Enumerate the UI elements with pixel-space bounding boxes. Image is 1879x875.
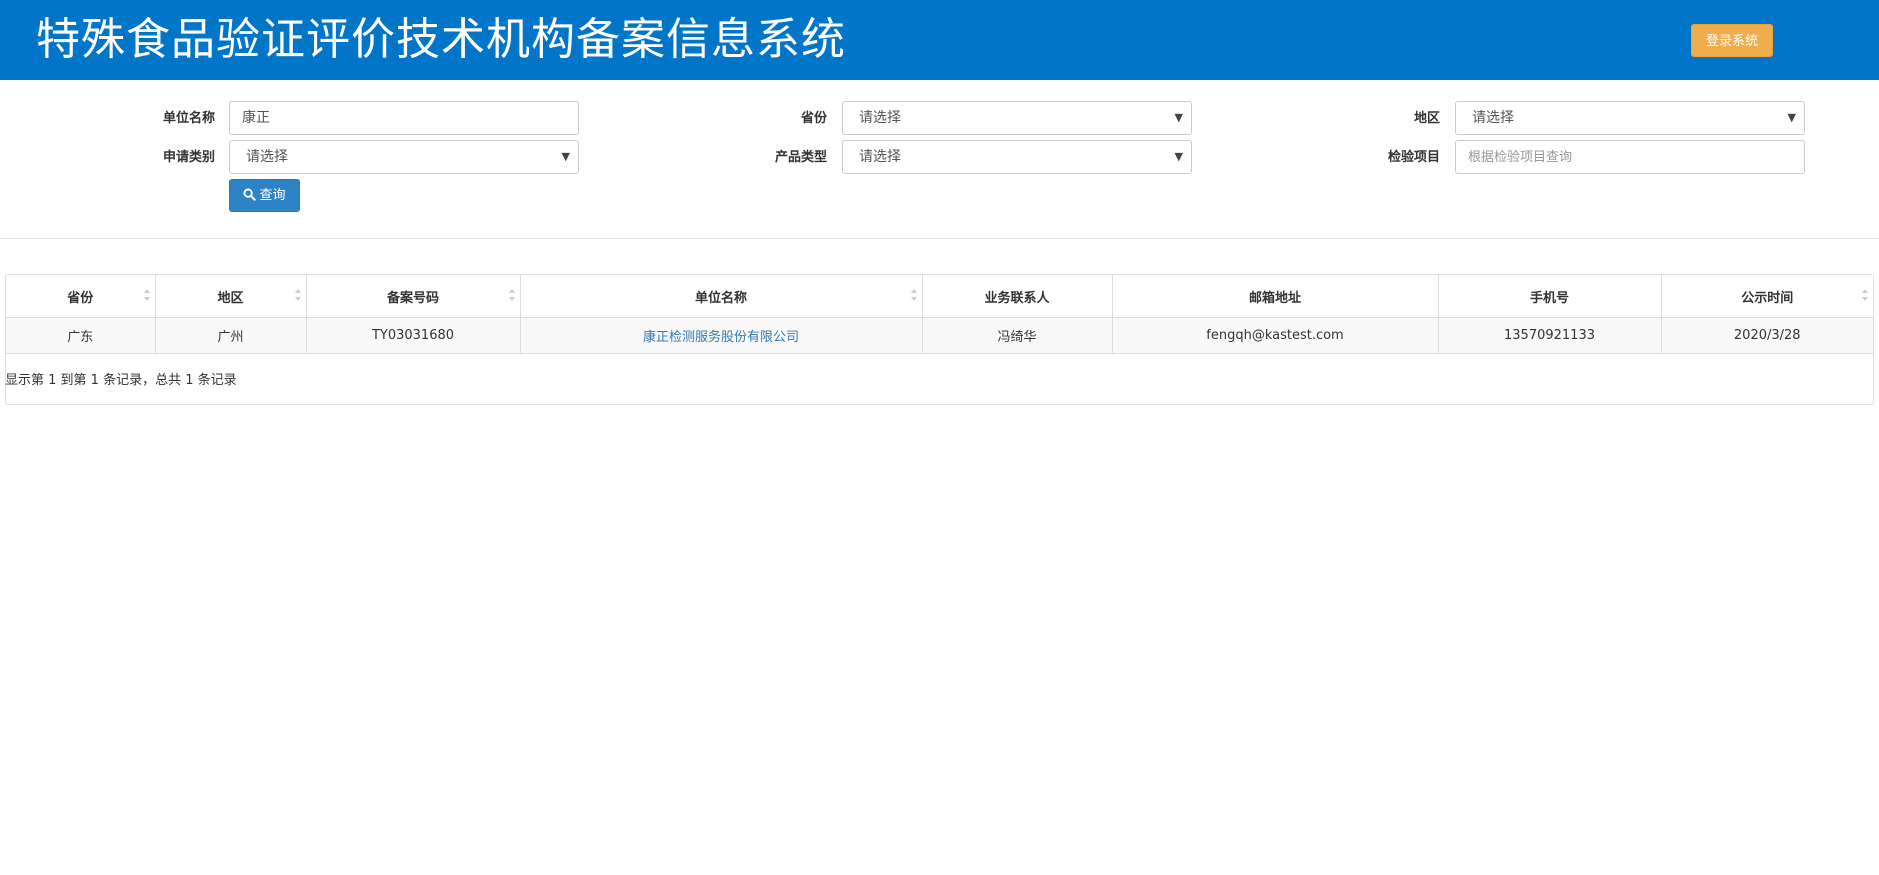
login-button[interactable]: 登录系统 (1691, 24, 1773, 57)
cell-phone: 13570921133 (1437, 317, 1662, 354)
product-type-selected: 请选择 (859, 149, 901, 165)
caret-down-icon: ▼ (561, 150, 570, 163)
cell-publish-date: 2020/3/28 (1660, 317, 1873, 354)
results-table-container: 省份 地区 备案号码 单位名称 业务联系人 邮箱地址 手机号 公示时间 广东 广… (5, 274, 1874, 405)
apply-type-label: 申请类别 (162, 150, 215, 165)
results-table: 省份 地区 备案号码 单位名称 业务联系人 邮箱地址 手机号 公示时间 广东 广… (6, 275, 1873, 354)
col-header-phone: 手机号 (1437, 275, 1662, 318)
sort-icon (910, 289, 917, 301)
test-item-text[interactable] (1468, 142, 1792, 172)
cell-province: 广东 (6, 317, 156, 354)
cell-contact: 冯绮华 (921, 317, 1113, 354)
table-header-row: 省份 地区 备案号码 单位名称 业务联系人 邮箱地址 手机号 公示时间 (6, 275, 1873, 318)
col-header-region[interactable]: 地区 (154, 275, 307, 318)
table-row: 广东 广州 TY03031680 康正检测服务股份有限公司 冯绮华 fengqh… (6, 317, 1873, 354)
caret-down-icon: ▼ (1787, 111, 1796, 124)
app-header: 特殊食品验证评价技术机构备案信息系统 登录系统 (0, 0, 1879, 80)
caret-down-icon: ▼ (1174, 150, 1183, 163)
region-label: 地区 (1413, 111, 1440, 126)
unit-name-label: 单位名称 (162, 111, 215, 126)
col-header-email: 邮箱地址 (1111, 275, 1439, 318)
unit-name-text[interactable] (242, 102, 566, 132)
app-title: 特殊食品验证评价技术机构备案信息系统 (36, 14, 846, 65)
unit-name-input[interactable] (229, 101, 579, 135)
search-icon (243, 188, 257, 201)
col-header-record-no[interactable]: 备案号码 (305, 275, 521, 318)
sort-icon (143, 289, 150, 301)
province-selected: 请选择 (859, 110, 901, 126)
sort-icon (294, 289, 301, 301)
col-header-province[interactable]: 省份 (6, 275, 156, 318)
col-header-unit-name[interactable]: 单位名称 (519, 275, 923, 318)
product-type-select[interactable]: 请选择 ▼ (842, 140, 1192, 174)
test-item-input[interactable] (1455, 140, 1805, 174)
product-type-label: 产品类型 (774, 150, 827, 165)
region-selected: 请选择 (1472, 110, 1514, 126)
query-button[interactable]: 查询 (229, 179, 300, 212)
cell-email: fengqh@kastest.com (1111, 317, 1439, 354)
cell-record-no: TY03031680 (305, 317, 521, 354)
search-panel: 单位名称 省份 请选择 ▼ 地区 请选择 ▼ 申请类别 请选择 ▼ 产品类型 请… (0, 80, 1879, 239)
test-item-label: 检验项目 (1387, 150, 1440, 165)
apply-type-selected: 请选择 (246, 149, 288, 165)
cell-unit-name: 康正检测服务股份有限公司 (519, 317, 923, 354)
province-select[interactable]: 请选择 ▼ (842, 101, 1192, 135)
apply-type-select[interactable]: 请选择 ▼ (229, 140, 579, 174)
cell-region: 广州 (154, 317, 307, 354)
pagination-info: 显示第 1 到第 1 条记录，总共 1 条记录 (5, 373, 237, 388)
sort-icon (1862, 289, 1868, 301)
query-label: 查询 (259, 188, 286, 203)
col-header-publish-date[interactable]: 公示时间 (1660, 275, 1873, 318)
caret-down-icon: ▼ (1174, 111, 1183, 124)
col-header-contact: 业务联系人 (921, 275, 1113, 318)
region-select[interactable]: 请选择 ▼ (1455, 101, 1805, 135)
sort-icon (508, 289, 515, 301)
province-label: 省份 (800, 111, 827, 126)
unit-name-link[interactable]: 康正检测服务股份有限公司 (643, 330, 799, 345)
